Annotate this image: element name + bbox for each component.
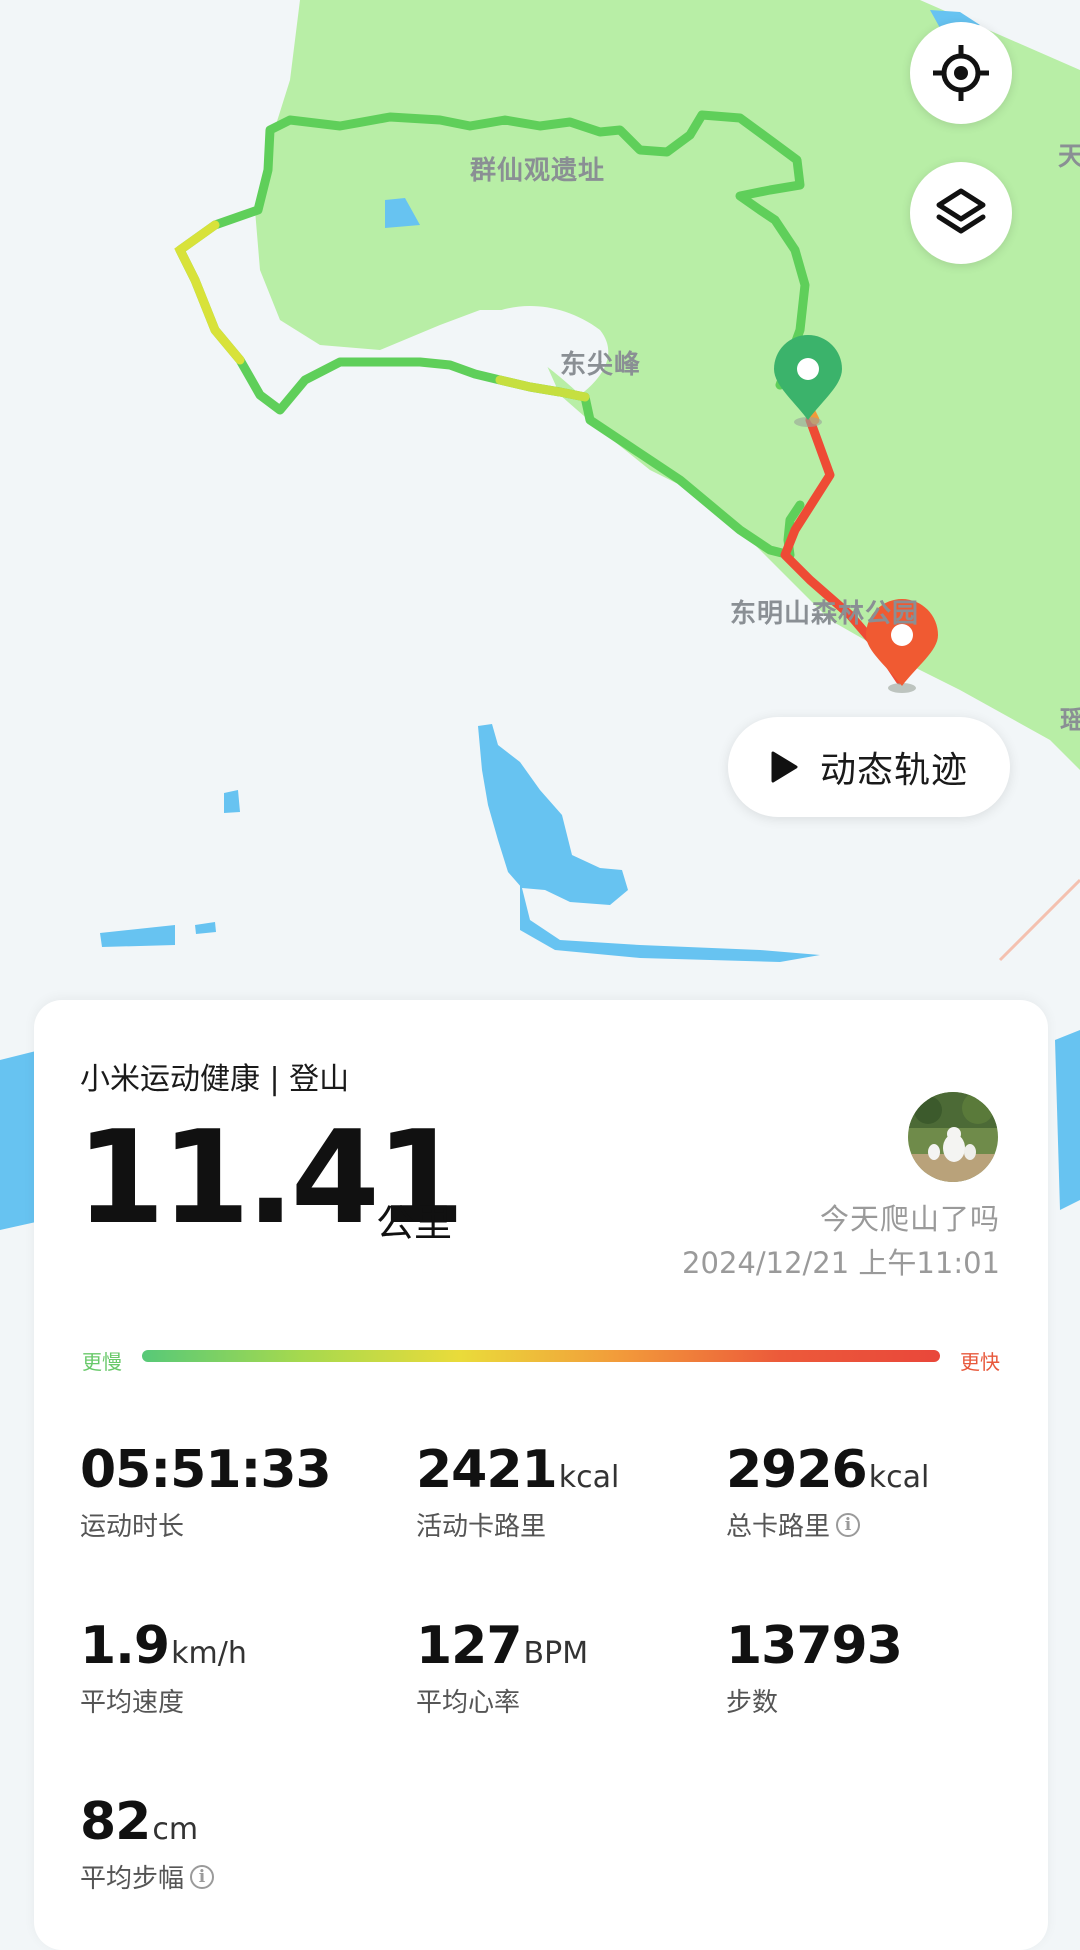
stat-unit: kcal — [868, 1460, 930, 1495]
stat-avg-heart-rate: 127BPM 平均心率 — [416, 1616, 588, 1719]
workout-summary-card: 小米运动健康 | 登山 11.41 公里 今天爬山了吗 2024/12/21 上… — [34, 1000, 1048, 1950]
stat-label: 总卡路里 — [726, 1512, 831, 1542]
stat-label: 活动卡路里 — [416, 1512, 547, 1542]
stat-label: 平均步幅 — [80, 1864, 185, 1894]
stat-label: 平均心率 — [416, 1688, 521, 1718]
play-icon — [771, 751, 798, 783]
stat-total-calories: 2926kcal 总卡路里 i — [726, 1440, 929, 1543]
layers-icon — [936, 188, 986, 234]
stat-label: 步数 — [726, 1688, 779, 1718]
map-label-qunxian: 群仙观遗址 — [470, 156, 606, 186]
stat-label: 平均速度 — [80, 1688, 185, 1718]
profile-motto: 今天爬山了吗 — [819, 1202, 1000, 1236]
app-title: 小米运动健康 | 登山 — [80, 1062, 350, 1097]
stat-avg-speed: 1.9km/h 平均速度 — [80, 1616, 247, 1719]
distance-unit: 公里 — [376, 1201, 453, 1245]
stat-value: 82 — [80, 1792, 151, 1852]
pond — [224, 790, 240, 813]
avatar[interactable] — [908, 1092, 998, 1182]
workout-datetime: 2024/12/21 上午11:01 — [682, 1246, 1000, 1280]
replay-track-label: 动态轨迹 — [819, 750, 968, 791]
info-icon[interactable]: i — [190, 1864, 215, 1889]
stat-unit: cm — [152, 1812, 199, 1847]
layers-button[interactable] — [910, 162, 1012, 264]
info-icon[interactable]: i — [836, 1512, 861, 1537]
stat-avg-stride: 82cm 平均步幅 i — [80, 1792, 215, 1895]
stat-value: 2421 — [416, 1440, 558, 1500]
pace-legend-fast: 更快 — [960, 1350, 1000, 1374]
locate-button[interactable] — [910, 22, 1012, 124]
stat-steps: 13793 步数 — [726, 1616, 903, 1719]
stat-label: 运动时长 — [80, 1512, 185, 1542]
map-label-edge-bottom: 瑶 — [1060, 706, 1080, 736]
stat-duration: 05:51:33 运动时长 — [80, 1440, 332, 1543]
map-label-dongmingshan: 东明山森林公园 — [730, 599, 920, 629]
locate-target-icon — [933, 45, 989, 101]
stat-value: 1.9 — [80, 1616, 170, 1676]
stat-active-calories: 2421kcal 活动卡路里 — [416, 1440, 619, 1543]
map-label-edge-top: 天 — [1058, 142, 1080, 172]
stat-value: 127 — [416, 1616, 523, 1676]
stat-unit: km/h — [171, 1636, 247, 1671]
map-label-dongjianfeng: 东尖峰 — [560, 350, 642, 380]
replay-track-button[interactable]: 动态轨迹 — [728, 717, 1010, 817]
pace-gradient-bar — [142, 1350, 940, 1362]
pace-legend-slow: 更慢 — [82, 1350, 122, 1374]
stat-unit: kcal — [558, 1460, 620, 1495]
stat-value: 2926 — [726, 1440, 868, 1500]
stat-unit: BPM — [523, 1636, 589, 1671]
stat-value: 13793 — [726, 1616, 903, 1676]
stat-value: 05:51:33 — [80, 1440, 332, 1500]
